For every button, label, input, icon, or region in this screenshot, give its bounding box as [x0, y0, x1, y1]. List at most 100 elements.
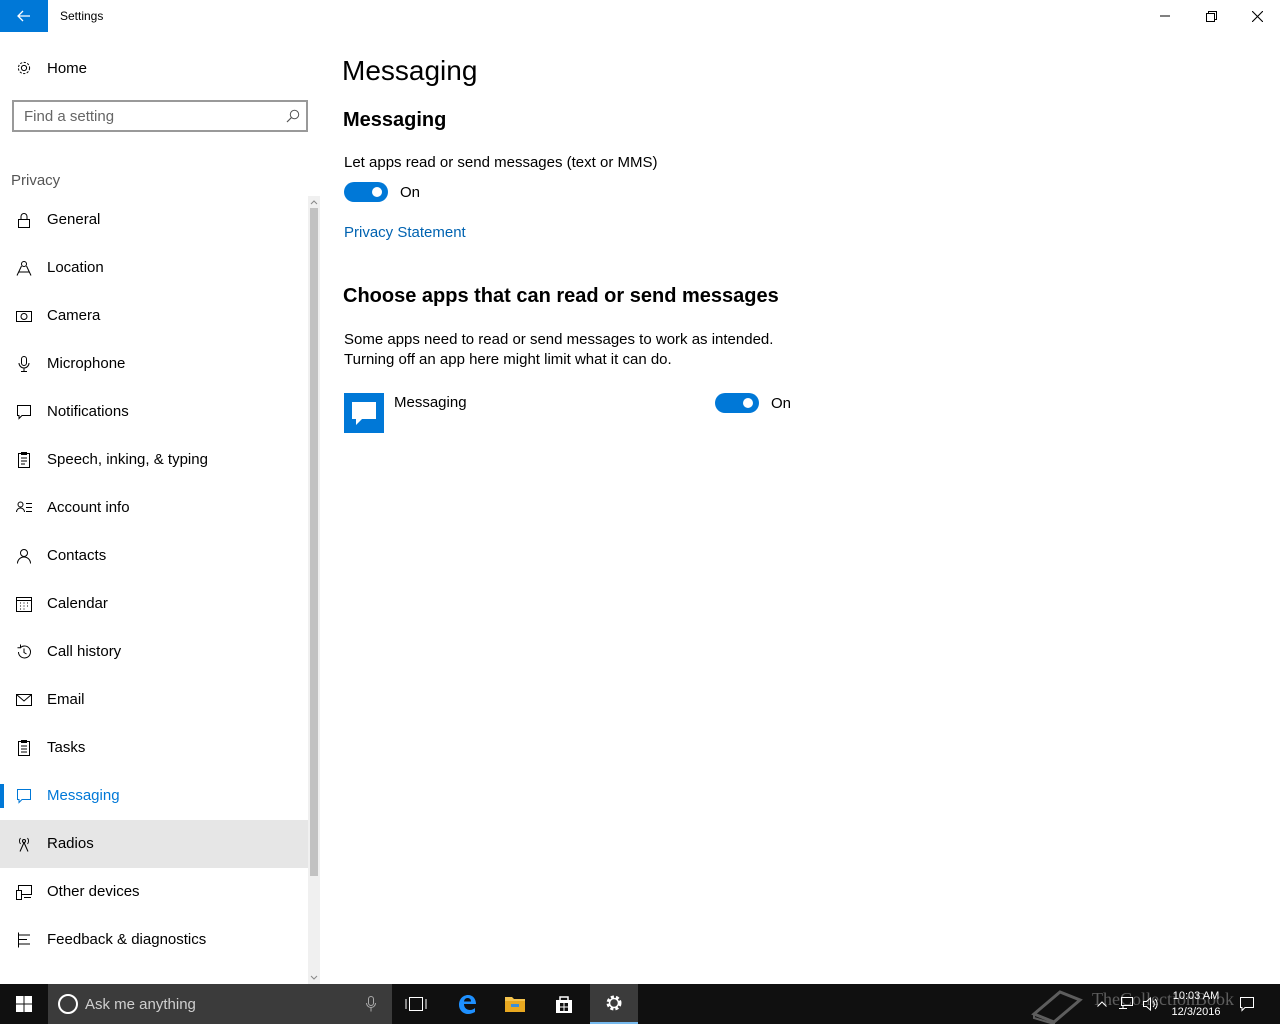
calendar-icon	[16, 597, 32, 612]
network-button[interactable]	[1116, 984, 1136, 1024]
show-hidden-icons-button[interactable]	[1094, 984, 1110, 1024]
action-center-button[interactable]	[1236, 984, 1258, 1024]
settings-taskbar-button[interactable]	[590, 984, 638, 1024]
sidebar-scrollbar[interactable]	[308, 196, 320, 984]
section-heading-choose-apps: Choose apps that can read or send messag…	[343, 285, 779, 307]
location-icon	[16, 261, 32, 276]
windows-logo-icon	[16, 996, 32, 1012]
sidebar-item-tasks[interactable]: Tasks	[0, 724, 308, 772]
close-button[interactable]	[1234, 0, 1280, 32]
sidebar-item-calendar[interactable]: Calendar	[0, 580, 308, 628]
action-center-icon	[1240, 997, 1254, 1012]
edge-icon	[459, 995, 476, 1014]
speech-bubble-icon	[352, 402, 376, 425]
close-icon	[1251, 10, 1263, 22]
sidebar-item-speech-inking-typing[interactable]: Speech, inking, & typing	[0, 436, 308, 484]
messaging-app-icon	[344, 393, 384, 433]
taskbar: Ask me anything TheCollectionBook 10:03 …	[0, 984, 1280, 1026]
sidebar-item-email[interactable]: Email	[0, 676, 308, 724]
sidebar-item-label: General	[47, 211, 101, 228]
sidebar-item-camera[interactable]: Camera	[0, 292, 308, 340]
devices-icon	[16, 885, 32, 900]
edge-browser-button[interactable]	[443, 984, 491, 1024]
privacy-section-label: Privacy	[11, 172, 61, 189]
back-arrow-icon	[17, 10, 30, 22]
sidebar-item-label: Calendar	[47, 595, 108, 612]
sidebar-item-label: Contacts	[47, 547, 107, 564]
title-bar: Settings	[0, 0, 1280, 32]
privacy-nav-list: General Location Camera Microphone Notif…	[0, 196, 308, 964]
store-icon	[556, 996, 572, 1013]
sidebar-item-label: Speech, inking, & typing	[47, 451, 208, 468]
sidebar-item-other-devices[interactable]: Other devices	[0, 868, 308, 916]
sidebar-item-feedback-diagnostics[interactable]: Feedback & diagnostics	[0, 916, 308, 964]
sidebar: Home Privacy General Location Camera Mic…	[0, 32, 320, 984]
sidebar-item-label: Messaging	[47, 787, 120, 804]
volume-button[interactable]	[1140, 984, 1160, 1024]
messaging-access-toggle[interactable]	[344, 182, 388, 202]
scroll-up-icon[interactable]	[308, 196, 320, 208]
sidebar-item-label: Microphone	[47, 355, 126, 372]
sidebar-item-label: Account info	[47, 499, 130, 516]
restore-icon	[1205, 10, 1217, 22]
history-icon	[17, 644, 31, 659]
start-button[interactable]	[0, 984, 48, 1024]
sidebar-item-label: Tasks	[47, 739, 86, 756]
mail-icon	[16, 694, 32, 706]
minimize-icon	[1160, 15, 1170, 17]
gear-icon	[606, 995, 622, 1011]
sidebar-item-messaging[interactable]: Messaging	[0, 772, 308, 820]
notification-icon	[17, 405, 31, 420]
sidebar-item-general[interactable]: General	[0, 196, 308, 244]
sidebar-item-location[interactable]: Location	[0, 244, 308, 292]
app-name: Messaging	[394, 394, 467, 411]
taskbar-clock[interactable]: 10:03 AM 12/3/2016	[1158, 988, 1234, 1020]
microphone-icon[interactable]	[366, 996, 376, 1012]
window-title: Settings	[60, 9, 104, 23]
home-label: Home	[47, 60, 88, 77]
sidebar-item-label: Feedback & diagnostics	[47, 931, 207, 948]
home-nav-item[interactable]: Home	[0, 48, 308, 88]
cortana-icon	[58, 994, 78, 1014]
book-watermark-icon	[1031, 990, 1083, 1026]
sidebar-item-label: Notifications	[47, 403, 129, 420]
sidebar-item-radios[interactable]: Radios	[0, 820, 308, 868]
file-explorer-button[interactable]	[491, 984, 539, 1024]
volume-icon	[1143, 996, 1158, 1012]
sidebar-item-call-history[interactable]: Call history	[0, 628, 308, 676]
search-icon[interactable]	[286, 109, 300, 123]
cortana-placeholder: Ask me anything	[85, 996, 196, 1013]
minimize-button[interactable]	[1142, 0, 1188, 32]
search-input[interactable]	[14, 102, 274, 130]
watermark: TheCollectionBook	[1030, 984, 1234, 1026]
sidebar-item-notifications[interactable]: Notifications	[0, 388, 308, 436]
cortana-search-box[interactable]: Ask me anything	[48, 984, 392, 1024]
gear-icon	[17, 61, 31, 75]
back-button[interactable]	[0, 0, 48, 32]
scrollbar-thumb[interactable]	[310, 208, 318, 876]
main-content: Messaging Messaging Let apps read or sen…	[320, 32, 1280, 984]
clipboard-icon	[18, 452, 30, 468]
network-icon	[1119, 997, 1133, 1009]
sidebar-item-label: Location	[47, 259, 104, 276]
clock-date: 12/3/2016	[1171, 1006, 1221, 1018]
sidebar-item-label: Email	[47, 691, 85, 708]
sidebar-item-account-info[interactable]: Account info	[0, 484, 308, 532]
sidebar-item-label: Camera	[47, 307, 101, 324]
store-button[interactable]	[540, 984, 588, 1024]
scroll-down-icon[interactable]	[308, 972, 320, 984]
setting-label: Let apps read or send messages (text or …	[344, 154, 658, 171]
description-line-1: Some apps need to read or send messages …	[344, 331, 774, 348]
microphone-icon	[18, 356, 30, 372]
task-view-button[interactable]	[392, 984, 440, 1024]
contacts-icon	[17, 549, 31, 564]
restore-button[interactable]	[1188, 0, 1234, 32]
app-messaging-toggle[interactable]	[715, 393, 759, 413]
search-box[interactable]	[12, 100, 308, 132]
privacy-statement-link[interactable]: Privacy Statement	[344, 224, 466, 241]
sidebar-item-microphone[interactable]: Microphone	[0, 340, 308, 388]
sidebar-item-label: Other devices	[47, 883, 140, 900]
account-info-icon	[16, 501, 32, 513]
sidebar-item-contacts[interactable]: Contacts	[0, 532, 308, 580]
camera-icon	[16, 311, 32, 322]
